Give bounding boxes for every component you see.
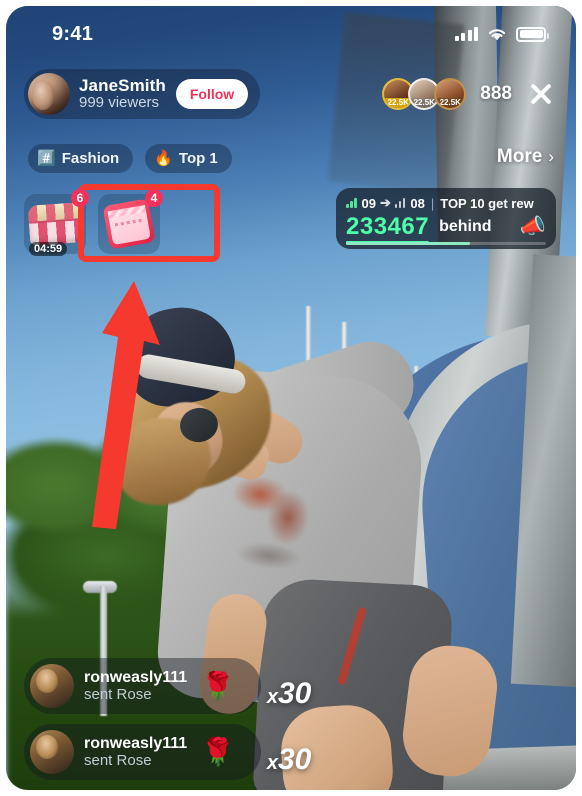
- chat-message-row[interactable]: ronweasly111 sent Rose 🌹 x30: [24, 658, 311, 714]
- multiplier-x: x: [266, 752, 278, 774]
- arrow-right-icon: ➔: [379, 195, 391, 210]
- chat-username: ronweasly111: [84, 734, 188, 752]
- reward-text: TOP 10 get rew: [440, 195, 534, 211]
- rank-bars-icon: [346, 198, 357, 208]
- multiplier-count: 30: [277, 677, 312, 710]
- treasure-chest-icon: [27, 202, 83, 246]
- tag-label: Top 1: [178, 150, 218, 167]
- host-info-pill[interactable]: JaneSmith 999 viewers Follow: [24, 69, 261, 119]
- chat-bubble[interactable]: ronweasly111 sent Rose 🌹: [24, 658, 261, 714]
- top-viewers-stack[interactable]: 22.5K 22.5K 22.5K: [382, 78, 467, 110]
- rank-bars-icon-target: [394, 198, 406, 208]
- follow-button[interactable]: Follow: [175, 79, 249, 109]
- viewer-count-label: 999 viewers: [79, 94, 160, 112]
- wifi-icon: [488, 28, 506, 40]
- status-clock: 9:41: [52, 22, 94, 45]
- gift-count-badge: 6: [71, 189, 89, 207]
- total-viewer-count[interactable]: 888: [480, 83, 512, 105]
- host-name: JaneSmith: [79, 75, 166, 95]
- close-icon[interactable]: [526, 79, 556, 109]
- top-viewer-count: 22.5K: [436, 98, 465, 108]
- megaphone-icon: 📣: [519, 215, 546, 238]
- gift-timer: 04:59: [29, 242, 68, 256]
- rose-icon: 🌹: [201, 736, 235, 767]
- multiplier-count: 30: [277, 743, 312, 776]
- more-label: More: [496, 146, 543, 167]
- chat-text: ronweasly111 sent Rose: [84, 669, 187, 704]
- chevron-right-icon: ›: [548, 147, 554, 166]
- pink-envelope-icon: [102, 198, 156, 250]
- rose-icon: 🌹: [201, 670, 235, 701]
- gift-multiplier: x30: [267, 677, 312, 711]
- treasure-chest-gift-tile[interactable]: 6 04:59: [24, 189, 89, 256]
- chat-username: ronweasly111: [84, 668, 188, 686]
- host-meta: JaneSmith 999 viewers: [79, 75, 166, 112]
- ranking-gap-label: behind: [439, 218, 492, 235]
- gift-count-badge: 4: [145, 189, 163, 207]
- chat-action: sent Rose: [84, 685, 152, 703]
- gift-multiplier: x30: [267, 743, 312, 777]
- tag-top1[interactable]: 🔥 Top 1: [145, 144, 232, 173]
- hashtag-icon: #️⃣: [37, 150, 56, 167]
- ranking-banner[interactable]: 09 ➔ 08 | TOP 10 get rew 233467 behind 📣: [336, 188, 556, 249]
- pink-envelope-gift-tile[interactable]: 4: [98, 189, 163, 254]
- ranking-gap-row: 233467 behind 📣: [346, 213, 546, 244]
- more-link[interactable]: More ›: [497, 146, 554, 168]
- ranking-progress-bar: [346, 242, 546, 245]
- gift-tray: 6 04:59 4: [24, 189, 163, 256]
- ranking-headline: 09 ➔ 08 | TOP 10 get rew: [346, 195, 546, 211]
- live-video-feed[interactable]: 9:41 JaneSmith 999 viewers Follow 22.5K …: [6, 6, 576, 790]
- top-viewer-avatar[interactable]: 22.5K: [434, 78, 467, 110]
- chat-bubble[interactable]: ronweasly111 sent Rose 🌹: [24, 724, 261, 780]
- rank-separator: |: [430, 195, 435, 211]
- avatar[interactable]: [30, 730, 74, 774]
- status-indicators: [454, 26, 549, 42]
- stream-tags: #️⃣ Fashion 🔥 Top 1: [28, 144, 232, 173]
- tag-label: Fashion: [61, 150, 120, 167]
- ranking-gap-value: 233467: [346, 213, 430, 244]
- live-stream-screen: 9:41 JaneSmith 999 viewers Follow 22.5K …: [0, 0, 582, 796]
- target-rank: 08: [410, 195, 425, 211]
- multiplier-x: x: [266, 686, 278, 708]
- chat-message-list: ronweasly111 sent Rose 🌹 x30 ronweasly11…: [24, 658, 311, 780]
- battery-icon: [516, 26, 549, 42]
- tag-fashion[interactable]: #️⃣ Fashion: [28, 144, 134, 173]
- status-bar: 9:41: [6, 6, 576, 62]
- stream-header: JaneSmith 999 viewers Follow 22.5K 22.5K…: [6, 68, 576, 120]
- avatar[interactable]: [28, 73, 70, 115]
- chat-message-row[interactable]: ronweasly111 sent Rose 🌹 x30: [24, 724, 311, 780]
- current-rank: 09: [361, 195, 376, 211]
- fire-icon: 🔥: [154, 150, 173, 167]
- cellular-signal-icon: [454, 27, 478, 41]
- avatar[interactable]: [30, 664, 74, 708]
- header-right-group: 22.5K 22.5K 22.5K 888: [382, 78, 556, 110]
- chat-action: sent Rose: [84, 751, 152, 769]
- chat-text: ronweasly111 sent Rose: [84, 735, 187, 770]
